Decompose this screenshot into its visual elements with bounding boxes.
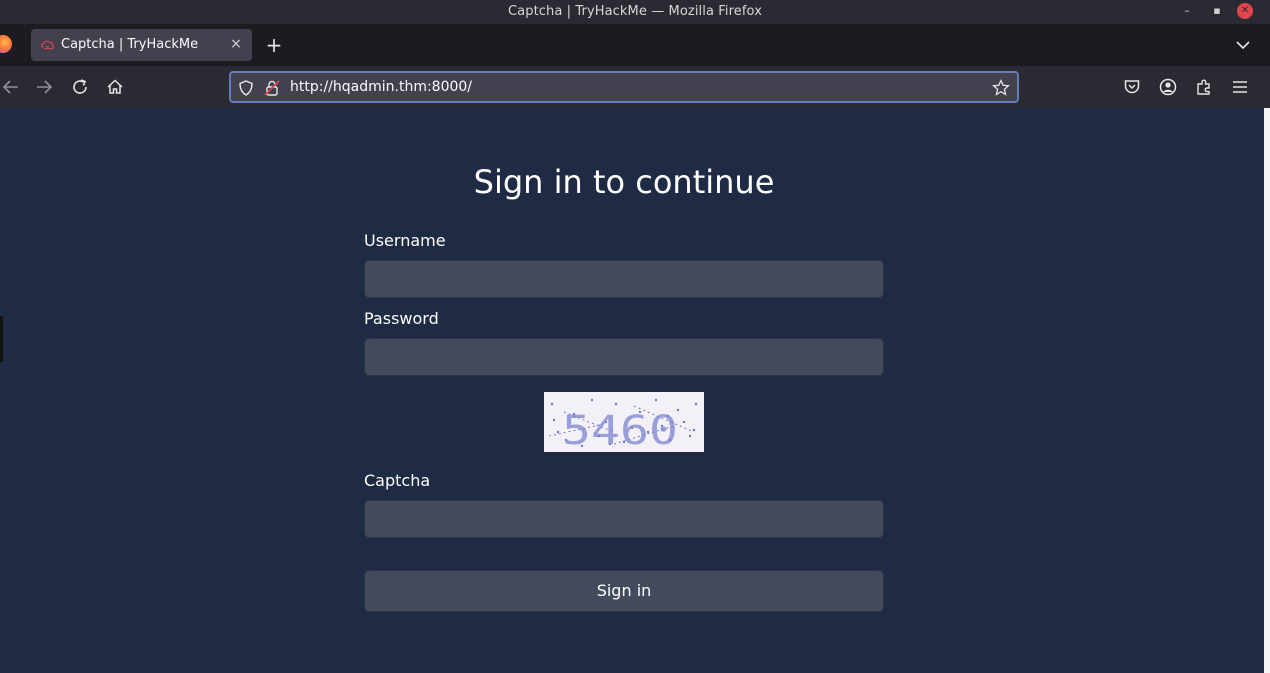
pocket-icon[interactable] — [1122, 77, 1142, 97]
navigation-toolbar: http://hqadmin.thm:8000/ — [0, 66, 1270, 108]
extensions-icon[interactable] — [1194, 77, 1214, 97]
menu-icon[interactable] — [1230, 77, 1250, 97]
page-content: Sign in to continue Username Password 54… — [0, 108, 1264, 673]
home-icon[interactable] — [104, 76, 126, 98]
url-text[interactable]: http://hqadmin.thm:8000/ — [290, 79, 472, 95]
username-label: Username — [364, 231, 446, 250]
tryhackme-icon — [40, 37, 56, 53]
back-icon[interactable] — [0, 76, 22, 98]
window-titlebar: Captcha | TryHackMe — Mozilla Firefox – … — [0, 0, 1270, 24]
shield-icon[interactable] — [237, 79, 255, 97]
new-tab-button[interactable]: + — [263, 34, 285, 56]
captcha-image: 5460 — [544, 392, 704, 452]
window-title: Captcha | TryHackMe — Mozilla Firefox — [507, 4, 762, 19]
page-heading: Sign in to continue — [473, 163, 775, 201]
account-icon[interactable] — [1158, 77, 1178, 97]
captcha-label: Captcha — [364, 471, 431, 490]
scrollbar-gutter — [1264, 108, 1270, 673]
forward-icon[interactable] — [33, 76, 55, 98]
tab-strip: Captcha | TryHackMe × + — [0, 24, 1270, 66]
close-tab-icon[interactable]: × — [228, 36, 244, 52]
firefox-icon — [0, 35, 12, 53]
minimize-button[interactable]: – — [1178, 2, 1196, 20]
sign-in-button[interactable]: Sign in — [364, 570, 884, 612]
sidebar-handle — [0, 316, 3, 362]
captcha-input[interactable] — [364, 500, 884, 538]
tab-label: Captcha | TryHackMe — [61, 37, 199, 52]
reload-icon[interactable] — [69, 76, 91, 98]
username-input[interactable] — [364, 260, 884, 298]
list-all-tabs-icon[interactable] — [1234, 36, 1252, 54]
captcha-code: 5460 — [562, 408, 678, 452]
password-input[interactable] — [364, 338, 884, 376]
bookmark-star-icon[interactable] — [991, 78, 1011, 98]
insecure-lock-icon[interactable] — [263, 79, 281, 97]
close-window-button[interactable]: ✕ — [1237, 3, 1253, 19]
tab-captcha[interactable]: Captcha | TryHackMe × — [31, 29, 252, 61]
password-label: Password — [364, 309, 439, 328]
maximize-button[interactable]: ▪ — [1208, 2, 1226, 20]
url-bar[interactable]: http://hqadmin.thm:8000/ — [229, 71, 1019, 103]
